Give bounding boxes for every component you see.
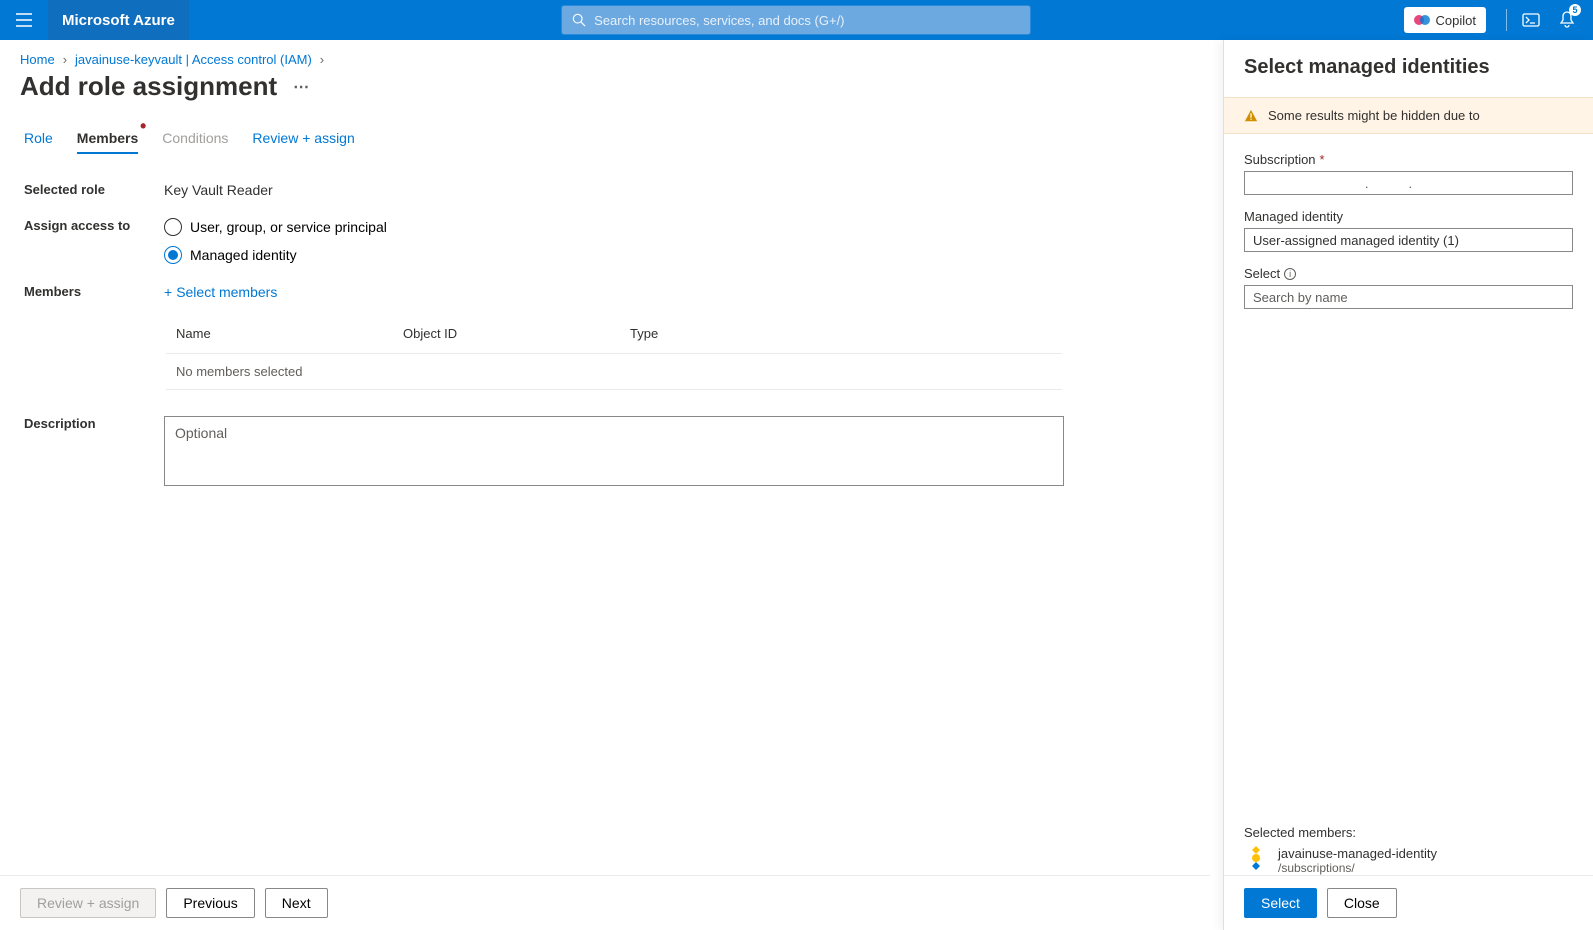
radio-label: Managed identity [190, 247, 297, 263]
selected-members-label: Selected members: [1244, 825, 1573, 840]
assign-access-label: Assign access to [24, 218, 164, 233]
footer-actions: Review + assign Previous Next [0, 875, 1210, 930]
plus-icon: + [164, 284, 172, 300]
selected-role-label: Selected role [24, 182, 164, 197]
tab-role[interactable]: Role [24, 124, 53, 154]
warning-icon [1244, 109, 1258, 123]
brand-label[interactable]: Microsoft Azure [48, 0, 189, 40]
breadcrumb-home[interactable]: Home [20, 52, 55, 67]
member-name: javainuse-managed-identity [1278, 846, 1437, 861]
breadcrumb-item[interactable]: javainuse-keyvault | Access control (IAM… [75, 52, 312, 67]
radio-label: User, group, or service principal [190, 219, 387, 235]
radio-user-group-sp[interactable]: User, group, or service principal [164, 218, 387, 236]
radio-managed-identity[interactable]: Managed identity [164, 246, 387, 264]
more-actions-button[interactable]: ⋯ [293, 77, 310, 97]
select-label: Select i [1244, 266, 1573, 281]
global-search-input[interactable] [594, 13, 1020, 28]
copilot-icon [1414, 12, 1430, 28]
notifications-button[interactable]: 5 [1549, 0, 1585, 40]
next-button[interactable]: Next [265, 888, 328, 918]
radio-icon [164, 246, 182, 264]
col-object-id: Object ID [393, 318, 618, 351]
notification-badge: 5 [1569, 4, 1581, 16]
review-assign-button: Review + assign [20, 888, 156, 918]
chevron-right-icon: › [320, 52, 324, 67]
top-bar: Microsoft Azure Copilot 5 [0, 0, 1593, 40]
select-members-link[interactable]: + Select members [164, 284, 277, 300]
managed-identity-dropdown[interactable]: User-assigned managed identity (1) [1244, 228, 1573, 252]
close-button[interactable]: Close [1327, 888, 1397, 918]
table-row-empty: No members selected [166, 353, 1062, 390]
member-path: /subscriptions/ [1278, 861, 1437, 875]
radio-icon [164, 218, 182, 236]
divider [1506, 9, 1507, 31]
tab-conditions: Conditions [162, 124, 228, 154]
col-type: Type [620, 318, 1062, 351]
description-label: Description [24, 416, 164, 486]
panel-title: Select managed identities [1224, 56, 1593, 97]
info-icon[interactable]: i [1284, 268, 1296, 280]
selected-role-value: Key Vault Reader [164, 182, 273, 198]
hamburger-icon [16, 13, 32, 27]
cloud-shell-button[interactable] [1513, 0, 1549, 40]
required-indicator: • [140, 122, 146, 130]
col-name: Name [166, 318, 391, 351]
page-title: Add role assignment [20, 71, 277, 102]
tab-review-assign[interactable]: Review + assign [252, 124, 354, 154]
copilot-button[interactable]: Copilot [1404, 7, 1486, 33]
search-icon [572, 13, 586, 27]
cloud-shell-icon [1522, 13, 1540, 27]
select-button[interactable]: Select [1244, 888, 1317, 918]
members-table: Name Object ID Type No members selected [164, 316, 1064, 392]
hamburger-menu-button[interactable] [0, 0, 48, 40]
selected-member-item[interactable]: javainuse-managed-identity /subscription… [1244, 846, 1573, 875]
warning-banner: Some results might be hidden due to [1224, 97, 1593, 134]
managed-identity-icon [1244, 846, 1268, 870]
select-search-input[interactable] [1244, 285, 1573, 309]
global-search[interactable] [561, 5, 1031, 35]
members-label: Members [24, 284, 164, 299]
subscription-label: Subscription* [1244, 152, 1573, 167]
select-managed-identities-panel: Select managed identities Some results m… [1223, 40, 1593, 930]
previous-button[interactable]: Previous [166, 888, 254, 918]
panel-footer: Select Close [1224, 875, 1593, 930]
chevron-right-icon: › [63, 52, 67, 67]
managed-identity-label: Managed identity [1244, 209, 1573, 224]
description-input[interactable] [164, 416, 1064, 486]
tab-members[interactable]: Members• [77, 124, 138, 154]
subscription-dropdown[interactable]: .. [1244, 171, 1573, 195]
